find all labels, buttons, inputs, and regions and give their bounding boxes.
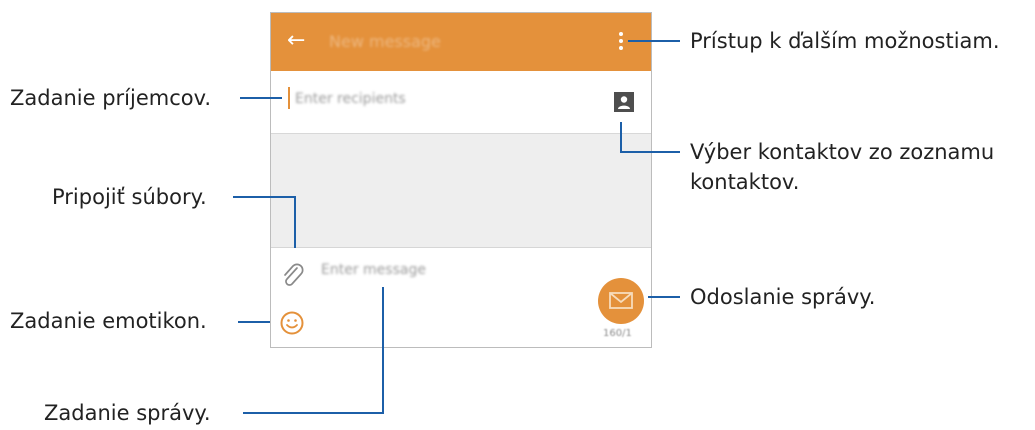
text-cursor <box>288 87 290 109</box>
callout-contacts-line2: kontaktov. <box>690 170 800 194</box>
callout-recipients: Zadanie príjemcov. <box>10 86 212 110</box>
recipients-field[interactable]: Enter recipients <box>271 71 651 134</box>
paperclip-icon[interactable] <box>279 262 307 290</box>
envelope-icon <box>609 292 633 309</box>
callout-contacts-line1: Výber kontaktov zo zoznamu <box>690 140 995 164</box>
callout-message: Zadanie správy. <box>44 401 211 425</box>
recipients-placeholder: Enter recipients <box>295 91 406 107</box>
screen-title: New message <box>329 32 441 51</box>
app-bar: ← New message <box>271 13 651 71</box>
message-input[interactable]: Enter message <box>321 262 426 278</box>
callout-more-options: Prístup k ďalším možnostiam. <box>690 29 1000 53</box>
smiley-icon[interactable] <box>279 310 305 336</box>
character-counter: 160/1 <box>603 328 632 339</box>
send-button[interactable] <box>598 278 644 324</box>
back-arrow-icon[interactable]: ← <box>287 28 305 54</box>
callout-emoticons: Zadanie emotikon. <box>10 309 207 333</box>
callout-attach: Pripojiť súbory. <box>52 185 207 209</box>
compose-area: Enter message 160/1 <box>271 247 651 347</box>
message-compose-screen: ← New message Enter recipients Enter mes… <box>270 12 652 348</box>
more-options-icon[interactable] <box>618 31 624 55</box>
callout-send: Odoslanie správy. <box>690 285 876 309</box>
contact-card-icon[interactable] <box>614 92 634 112</box>
